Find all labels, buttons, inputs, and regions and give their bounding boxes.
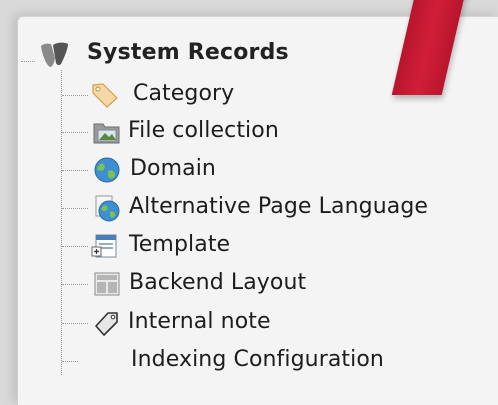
tree-item-label: Backend Layout: [129, 270, 307, 295]
category-tag-icon: [92, 83, 118, 108]
tree-connector: [62, 132, 88, 133]
tree-connector: [62, 246, 88, 247]
tree-connector: [21, 61, 35, 62]
tree-connector: [62, 95, 88, 96]
tree-item-backend-layout[interactable]: Backend Layout: [0, 266, 498, 302]
tree-connector: [62, 323, 88, 324]
tree-item-label: Domain: [130, 156, 216, 181]
typo3-logo-icon: [41, 42, 68, 67]
tree-root-label: System Records: [87, 40, 289, 65]
tree-item-label: Alternative Page Language: [129, 194, 429, 219]
tree-item-label: Internal note: [128, 309, 271, 334]
tree-item-indexing-configuration[interactable]: Indexing Configuration: [0, 343, 498, 379]
tree-item-label: File collection: [128, 118, 279, 143]
tree-connector: [62, 361, 78, 362]
internal-note-tag-icon: [95, 312, 118, 336]
tree-item-label: Indexing Configuration: [131, 347, 384, 372]
tree-connector: [62, 208, 88, 209]
system-records-tree: System Records Category File collection …: [0, 0, 498, 404]
tree-item-category[interactable]: Category: [0, 77, 498, 113]
tree-item-internal-note[interactable]: Internal note: [0, 305, 498, 341]
tree-item-label: Template: [129, 232, 231, 257]
tree-connector: [62, 170, 88, 171]
tree-item-file-collection[interactable]: File collection: [0, 114, 498, 150]
template-icon: [91, 234, 117, 258]
tree-item-template[interactable]: Template: [0, 228, 498, 264]
page-language-globe-icon: [95, 195, 120, 222]
backend-layout-icon: [94, 272, 120, 296]
file-collection-folder-icon: [93, 123, 120, 144]
domain-globe-icon: [94, 157, 120, 183]
tree-item-alternative-page-language[interactable]: Alternative Page Language: [0, 190, 498, 226]
tree-item-label: Category: [133, 81, 235, 106]
tree-item-domain[interactable]: Domain: [0, 152, 498, 188]
tree-connector: [62, 284, 88, 285]
